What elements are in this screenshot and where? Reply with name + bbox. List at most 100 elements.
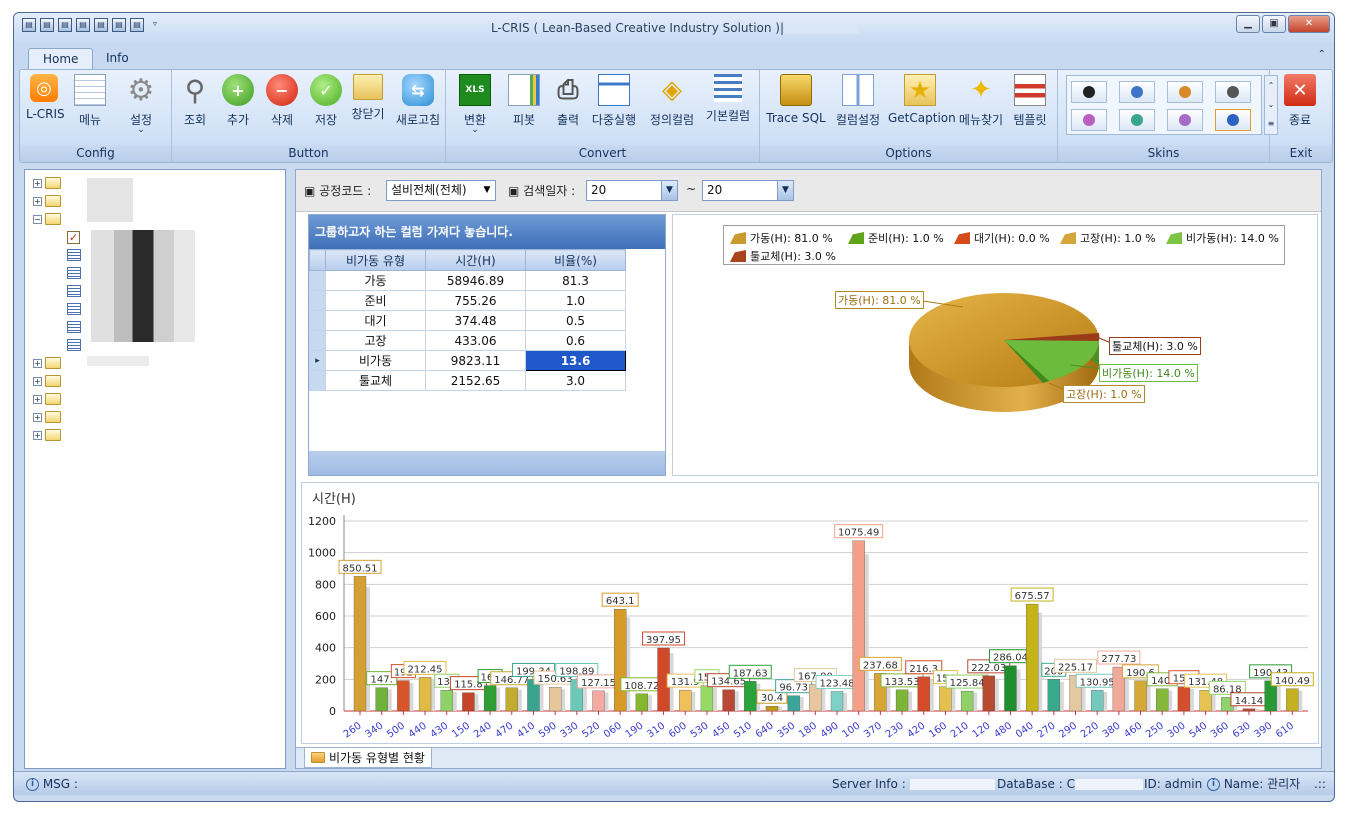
cell-hours[interactable]: 2152.65 — [425, 370, 526, 391]
tree-leaf-4[interactable] — [67, 282, 81, 300]
cell-ratio[interactable]: 0.6 — [525, 330, 626, 351]
tab-home[interactable]: Home — [28, 48, 94, 69]
tree-leaf-7[interactable] — [67, 336, 81, 354]
expand-icon[interactable]: + — [33, 376, 42, 386]
bar[interactable] — [592, 690, 605, 712]
defined-columns-button[interactable]: ◈ 정의컬럼 — [646, 74, 698, 128]
tree-node-1[interactable]: + — [33, 174, 61, 192]
query-button[interactable]: ⚲ 조회 — [176, 74, 214, 128]
cell-hours[interactable]: 433.06 — [425, 330, 526, 351]
bar[interactable] — [765, 706, 779, 712]
bar[interactable] — [787, 695, 800, 712]
convert-button[interactable]: XLS 변환 ⌄ — [458, 74, 492, 135]
bar[interactable] — [830, 691, 844, 712]
bar[interactable] — [1177, 686, 1191, 712]
tab-info[interactable]: Info — [92, 48, 143, 69]
date-from-field[interactable]: 20 ▼ — [586, 180, 678, 201]
skin-option-8[interactable] — [1215, 109, 1251, 131]
date-to-field[interactable]: 20 ▼ — [702, 180, 794, 201]
bar[interactable] — [700, 685, 714, 712]
delete-button[interactable]: − 삭제 — [262, 74, 302, 128]
bar[interactable] — [397, 680, 410, 712]
tree-leaf-2[interactable] — [67, 246, 81, 264]
row-indicator[interactable]: ▸ — [309, 350, 326, 371]
dropdown-arrow-icon[interactable]: ▼ — [479, 181, 495, 200]
bar[interactable] — [483, 685, 497, 712]
get-caption-button[interactable]: ★ GetCaption — [888, 74, 956, 125]
process-code-combo[interactable]: 설비전체(전체) ▼ — [386, 180, 496, 201]
resize-grip[interactable]: .:: — [1314, 772, 1326, 796]
cell-hours[interactable]: 374.48 — [425, 310, 526, 331]
skin-option-6[interactable] — [1119, 109, 1155, 131]
skin-option-1[interactable] — [1071, 81, 1107, 103]
skin-option-7[interactable] — [1167, 109, 1203, 131]
bar[interactable] — [1025, 603, 1039, 712]
expand-icon[interactable]: + — [33, 196, 42, 206]
skin-option-2[interactable] — [1119, 81, 1155, 103]
tab-downtime-status[interactable]: 비가동 유형별 현황 — [304, 748, 432, 768]
table-row[interactable]: 대기 374.48 0.5 — [309, 310, 626, 331]
cell-type[interactable]: 비가동 — [325, 350, 426, 371]
minimize-button[interactable]: ▁ — [1236, 15, 1260, 33]
lcris-button[interactable]: ◎ L-CRIS — [26, 74, 65, 121]
bar[interactable] — [1134, 680, 1147, 712]
bar[interactable] — [722, 689, 735, 712]
bar[interactable] — [462, 692, 475, 712]
cell-ratio[interactable]: 3.0 — [525, 370, 626, 391]
row-indicator[interactable] — [309, 310, 326, 331]
column-header-type[interactable]: 비가동 유형 — [325, 249, 426, 271]
bar[interactable] — [852, 540, 865, 712]
column-settings-button[interactable]: 컬럼설정 — [832, 74, 884, 128]
tree-node-2[interactable]: + — [33, 192, 61, 210]
multi-run-button[interactable]: 다중실행 — [586, 74, 642, 128]
expand-icon[interactable]: + — [33, 394, 42, 404]
group-by-panel[interactable]: 그룹하고자 하는 컬럼 가져다 놓습니다. — [309, 215, 665, 249]
calendar-dropdown-icon[interactable]: ▼ — [661, 181, 677, 200]
bar[interactable] — [505, 687, 518, 712]
refresh-button[interactable]: ⇆ 새로고침 — [392, 74, 444, 128]
bar[interactable] — [375, 687, 388, 712]
skin-option-3[interactable] — [1167, 81, 1203, 103]
bar[interactable] — [744, 681, 757, 712]
cell-type[interactable]: 고장 — [325, 330, 426, 351]
table-row[interactable]: 툴교체 2152.65 3.0 — [309, 370, 626, 391]
maximize-button[interactable]: ▣ — [1262, 15, 1286, 33]
close-window-button[interactable]: 창닫기 — [346, 74, 390, 122]
menu-button[interactable]: 메뉴 — [70, 74, 110, 128]
column-header-ratio[interactable]: 비율(%) — [525, 249, 626, 271]
row-indicator[interactable] — [309, 290, 326, 311]
tree-leaf-5[interactable] — [67, 300, 81, 318]
table-row[interactable]: ▸ 비가동 9823.11 13.6 — [309, 350, 626, 371]
ribbon-collapse-icon[interactable]: ⌃ — [1318, 49, 1326, 60]
table-row[interactable]: 고장 433.06 0.6 — [309, 330, 626, 351]
table-row[interactable]: 준비 755.26 1.0 — [309, 290, 626, 311]
close-button[interactable]: ✕ — [1288, 15, 1330, 33]
tree-leaf-1[interactable]: ✓ — [67, 228, 80, 246]
row-indicator[interactable] — [309, 270, 326, 291]
row-indicator[interactable] — [309, 370, 326, 391]
tree-node-6[interactable]: + — [33, 390, 61, 408]
bar[interactable] — [548, 687, 562, 712]
bar[interactable] — [418, 677, 432, 712]
save-button[interactable]: ✓ 저장 — [306, 74, 346, 128]
column-header-hours[interactable]: 시간(H) — [425, 249, 526, 271]
cell-type[interactable]: 대기 — [325, 310, 426, 331]
cell-ratio[interactable]: 81.3 — [525, 270, 626, 291]
row-indicator[interactable] — [309, 330, 326, 351]
bar[interactable] — [440, 690, 453, 712]
bar[interactable] — [939, 686, 952, 712]
skin-option-4[interactable] — [1215, 81, 1251, 103]
skin-option-5[interactable] — [1071, 109, 1107, 131]
bar[interactable] — [917, 676, 930, 712]
cell-ratio[interactable]: 0.5 — [525, 310, 626, 331]
basic-columns-button[interactable]: 기본컬럼 — [702, 74, 754, 124]
bar[interactable] — [960, 690, 974, 712]
pivot-button[interactable]: 피봇 — [504, 74, 544, 128]
cell-hours[interactable]: 755.26 — [425, 290, 526, 311]
print-button[interactable]: ⎙ 출력 — [548, 74, 588, 128]
cell-type[interactable]: 준비 — [325, 290, 426, 311]
expand-icon[interactable]: + — [33, 430, 42, 440]
bar[interactable] — [982, 675, 995, 712]
bar[interactable] — [1156, 688, 1169, 712]
calendar-dropdown-icon[interactable]: ▼ — [777, 181, 793, 200]
